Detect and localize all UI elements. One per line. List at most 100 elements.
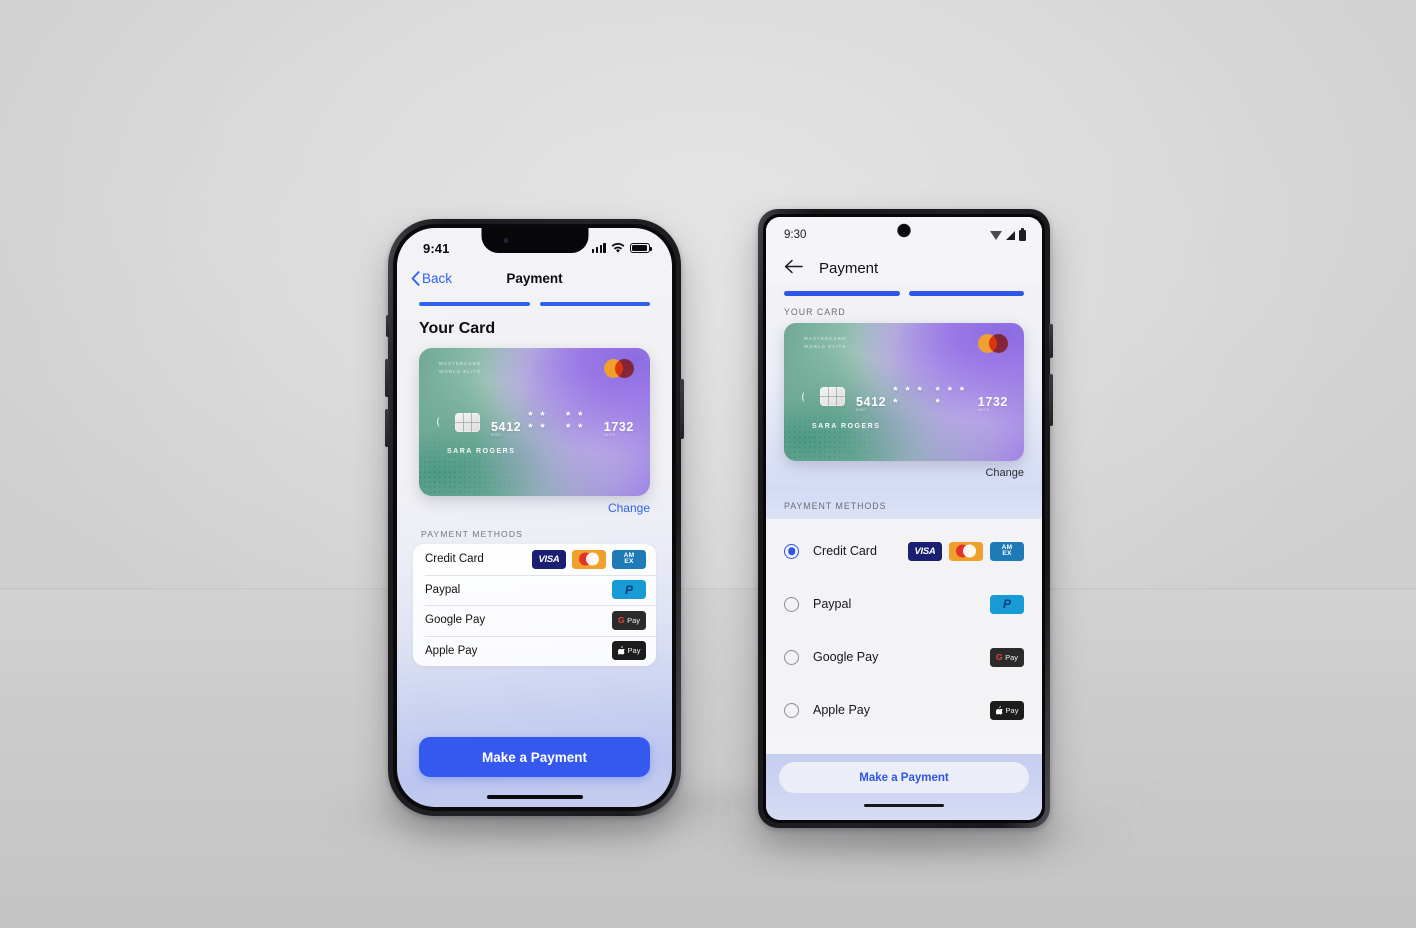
back-button-label: Back <box>422 270 453 286</box>
card-number-mask-2: * * * * <box>566 410 585 434</box>
android-power-button[interactable] <box>1049 324 1053 358</box>
iphone-screen: 9:41 Back Payment Your Card MASTERCARD W… <box>397 228 672 807</box>
payment-methods-label: PAYMENT METHODS <box>766 488 1042 519</box>
mastercard-icon <box>572 549 606 569</box>
payment-methods-list: Credit Card VISA AM EX Paypal P Google P… <box>413 544 656 666</box>
credit-card[interactable]: MASTERCARD WORLD ELITE 5412 0000 * * * *… <box>784 322 1024 461</box>
payment-method-label: Paypal <box>425 583 461 596</box>
card-number-row: 5412 0000 * * * * * * * * 1732 06/25 <box>437 410 634 437</box>
iphone-volume-down-button[interactable] <box>385 409 389 447</box>
amex-icon: AM EX <box>990 541 1024 561</box>
credit-card-container: MASTERCARD WORLD ELITE 5412 0000 * * * *… <box>766 322 1042 461</box>
payment-method-credit-card[interactable]: Credit Card VISA AM EX <box>413 544 656 575</box>
change-card-link[interactable]: Change <box>766 461 1042 479</box>
payment-method-apple-pay[interactable]: Apple Pay Pay <box>413 635 656 667</box>
your-card-heading: Your Card <box>419 320 496 337</box>
card-number-first4-label: 0000 <box>856 407 866 412</box>
card-brand-name: MASTERCARD WORLD ELITE <box>439 361 482 375</box>
card-number-first4: 5412 <box>856 394 887 409</box>
radio-credit-card[interactable] <box>784 543 799 559</box>
payment-method-google-pay[interactable]: Google Pay G Pay <box>413 605 656 636</box>
make-a-payment-button[interactable]: Make a Payment <box>419 737 650 777</box>
progress-step-1 <box>419 302 530 306</box>
card-holder-name: SARA ROGERS <box>812 422 881 430</box>
radio-google-pay[interactable] <box>784 649 799 665</box>
payment-method-label: Google Pay <box>425 614 486 627</box>
contactless-icon <box>437 415 447 429</box>
card-number: 5412 0000 * * * * * * * * 1732 06/25 <box>856 384 1008 412</box>
payment-method-paypal[interactable]: Paypal P <box>766 578 1042 631</box>
progress-step-1 <box>784 291 900 296</box>
card-holder-name: SARA ROGERS <box>447 448 516 455</box>
iphone-silent-switch[interactable] <box>386 315 389 337</box>
battery-icon <box>630 243 652 253</box>
wifi-icon <box>611 242 625 253</box>
home-indicator[interactable] <box>864 804 944 807</box>
payment-method-logos: G Pay <box>612 610 646 630</box>
amex-icon: AM EX <box>612 549 646 569</box>
iphone-notch <box>481 228 588 253</box>
iphone-volume-up-button[interactable] <box>385 359 389 397</box>
progress-step-2 <box>539 302 650 306</box>
google-pay-icon: G Pay <box>612 610 646 630</box>
payment-method-logos: P <box>612 580 646 600</box>
payment-method-paypal[interactable]: Paypal P <box>413 574 656 606</box>
android-volume-button[interactable] <box>1049 374 1053 426</box>
cta-container: Make a Payment <box>766 754 1042 820</box>
progress-steps <box>397 292 672 306</box>
mastercard-icon <box>949 541 983 561</box>
visa-icon: VISA <box>532 549 566 569</box>
radio-paypal[interactable] <box>784 596 799 612</box>
card-expiry-label: 06/25 <box>977 407 990 412</box>
android-screen: 9:30 Payment YOUR CARD MASTERCARD WORLD … <box>766 217 1042 820</box>
card-number-mask-2: * * * * <box>935 384 967 409</box>
payment-method-label: Apple Pay <box>813 703 870 717</box>
payment-method-logos: G Pay <box>990 647 1024 667</box>
card-number-first4-label: 0000 <box>491 433 501 437</box>
payment-method-credit-card[interactable]: Credit Card VISA AM EX <box>766 525 1042 578</box>
payment-methods-list: Credit Card VISA AM EX Paypal P Google P… <box>766 518 1042 737</box>
back-button[interactable]: Back <box>411 271 452 286</box>
card-number-last4: 1732 <box>977 394 1008 409</box>
credit-card[interactable]: MASTERCARD WORLD ELITE 5412 0000 * * * *… <box>419 348 650 496</box>
wifi-icon <box>990 230 1002 240</box>
emv-chip-icon <box>820 387 845 406</box>
payment-method-apple-pay[interactable]: Apple Pay Pay <box>766 684 1042 737</box>
ios-navigation-bar: Back Payment <box>397 262 672 292</box>
paypal-icon: P <box>990 594 1024 614</box>
iphone-device: 9:41 Back Payment Your Card MASTERCARD W… <box>385 219 684 816</box>
card-number-mask-1: * * * * <box>528 410 548 434</box>
apple-logo-icon <box>995 705 1003 714</box>
ios-clock: 9:41 <box>423 240 450 256</box>
emv-chip-icon <box>455 412 480 432</box>
card-number-row: 5412 0000 * * * * * * * * 1732 06/25 <box>802 384 1008 412</box>
payment-method-logos: P <box>990 594 1024 614</box>
progress-steps <box>766 283 1042 296</box>
payment-method-logos: VISA AM EX <box>532 549 646 569</box>
credit-card-container: MASTERCARD WORLD ELITE 5412 0000 * * * *… <box>397 338 672 496</box>
cellular-signal-icon <box>1006 230 1015 240</box>
iphone-power-button[interactable] <box>680 379 684 439</box>
iphone-bezel: 9:41 Back Payment Your Card MASTERCARD W… <box>393 224 676 811</box>
your-card-label: YOUR CARD <box>784 306 846 317</box>
home-indicator[interactable] <box>486 795 583 799</box>
payment-method-label: Google Pay <box>813 650 879 664</box>
back-arrow-icon[interactable] <box>784 259 803 277</box>
radio-apple-pay[interactable] <box>784 702 799 718</box>
change-card-link[interactable]: Change <box>397 496 672 515</box>
payment-method-label: Credit Card <box>813 544 877 558</box>
android-app-bar: Payment <box>766 249 1042 283</box>
make-a-payment-button[interactable]: Make a Payment <box>779 762 1029 793</box>
mastercard-logo-icon <box>604 359 634 378</box>
arrow-left-icon <box>784 259 803 274</box>
card-expiry-label: 06/25 <box>603 433 616 437</box>
contactless-icon <box>802 390 812 403</box>
payment-method-label: Paypal <box>813 597 852 611</box>
card-number: 5412 0000 * * * * * * * * 1732 06/25 <box>491 410 634 437</box>
front-camera-icon <box>503 238 508 243</box>
cellular-signal-icon <box>591 243 606 253</box>
payment-method-google-pay[interactable]: Google Pay G Pay <box>766 631 1042 684</box>
android-clock: 9:30 <box>784 229 807 241</box>
android-device: 9:30 Payment YOUR CARD MASTERCARD WORLD … <box>758 209 1053 828</box>
battery-icon <box>1019 227 1026 241</box>
